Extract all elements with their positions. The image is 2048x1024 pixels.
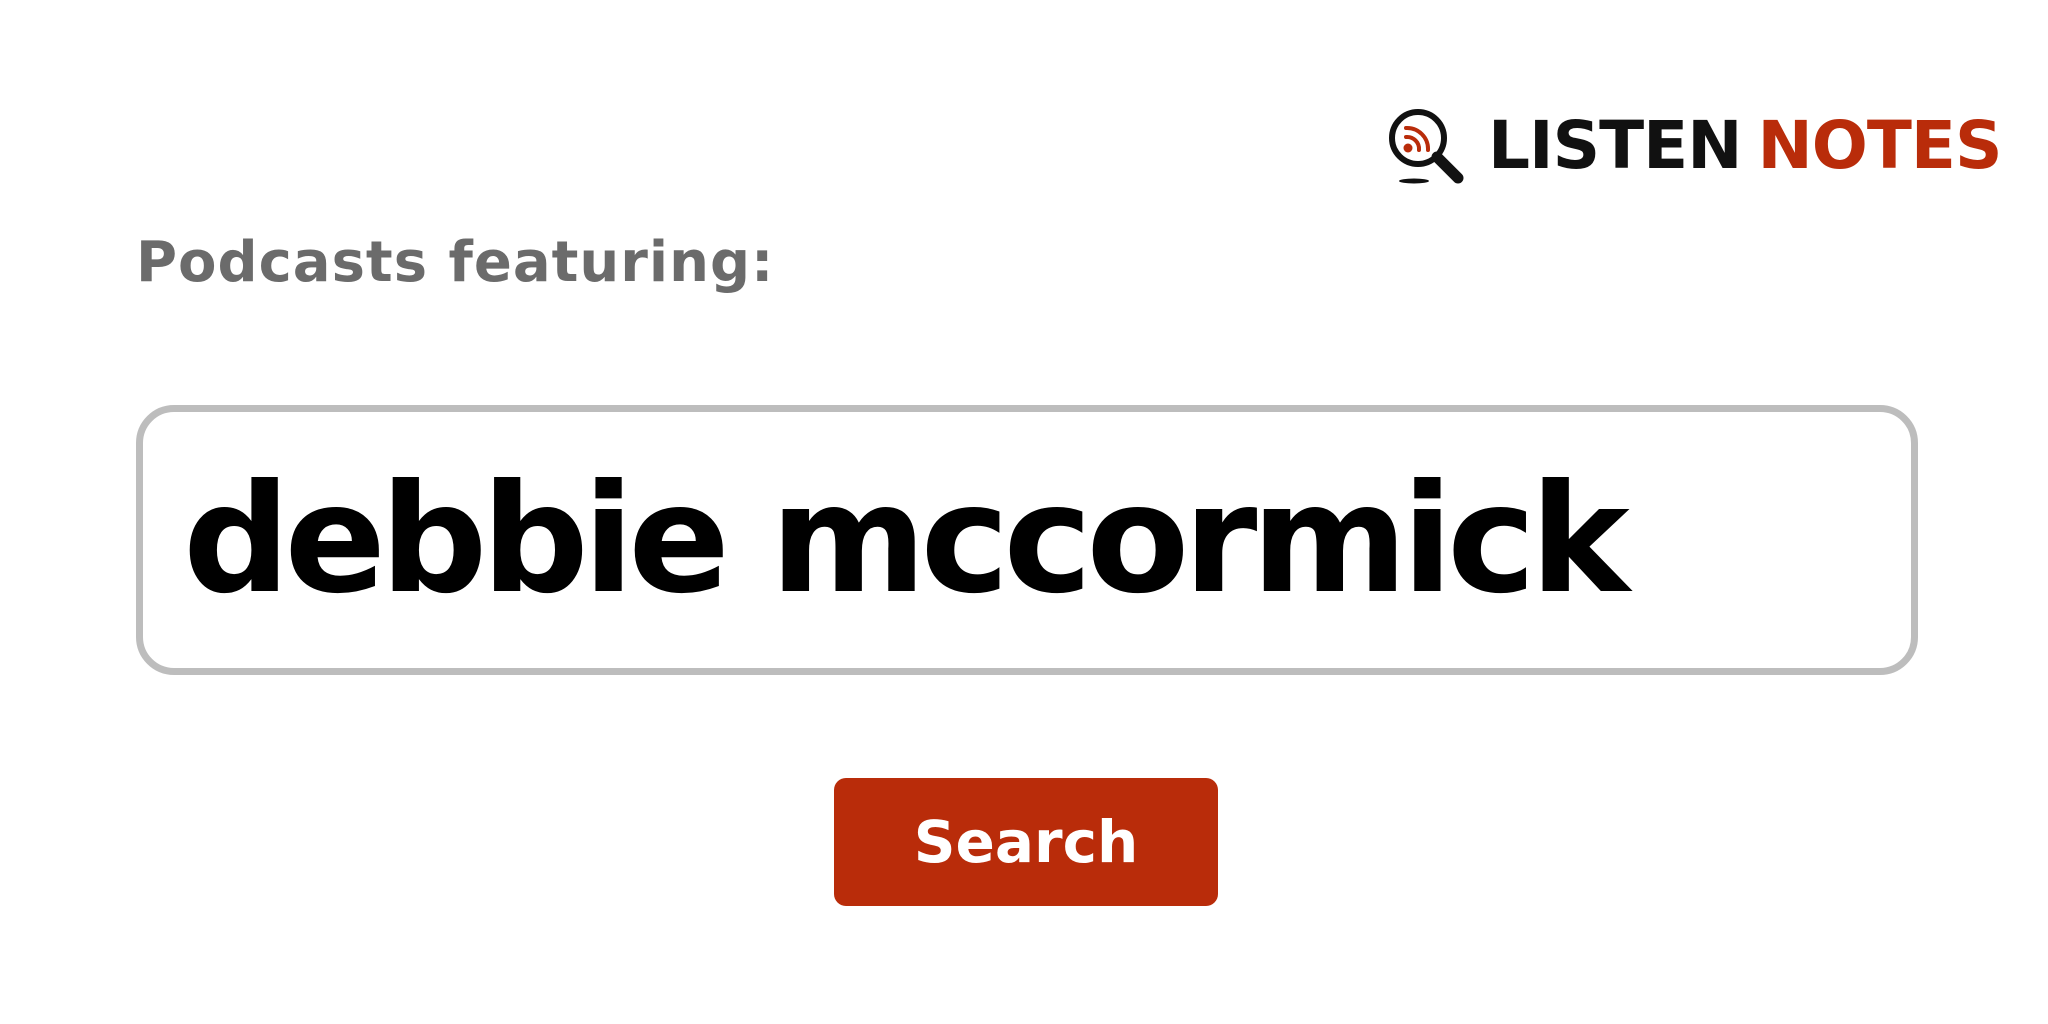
search-button[interactable]: Search (834, 778, 1218, 906)
podcast-search-icon (1389, 109, 1464, 184)
listen-notes-logo[interactable]: LISTEN NOTES (1384, 104, 2002, 188)
logo-wordmark: LISTEN NOTES (1488, 113, 2002, 179)
page-heading: Podcasts featuring: (136, 230, 775, 295)
logo-text-notes: NOTES (1757, 107, 2003, 184)
page: LISTENNOTES Podcasts featuring: Search (0, 0, 2048, 1024)
logo-text-listen: LISTEN (1488, 107, 1742, 184)
search-box (136, 405, 1918, 675)
search-input[interactable] (143, 440, 1911, 640)
